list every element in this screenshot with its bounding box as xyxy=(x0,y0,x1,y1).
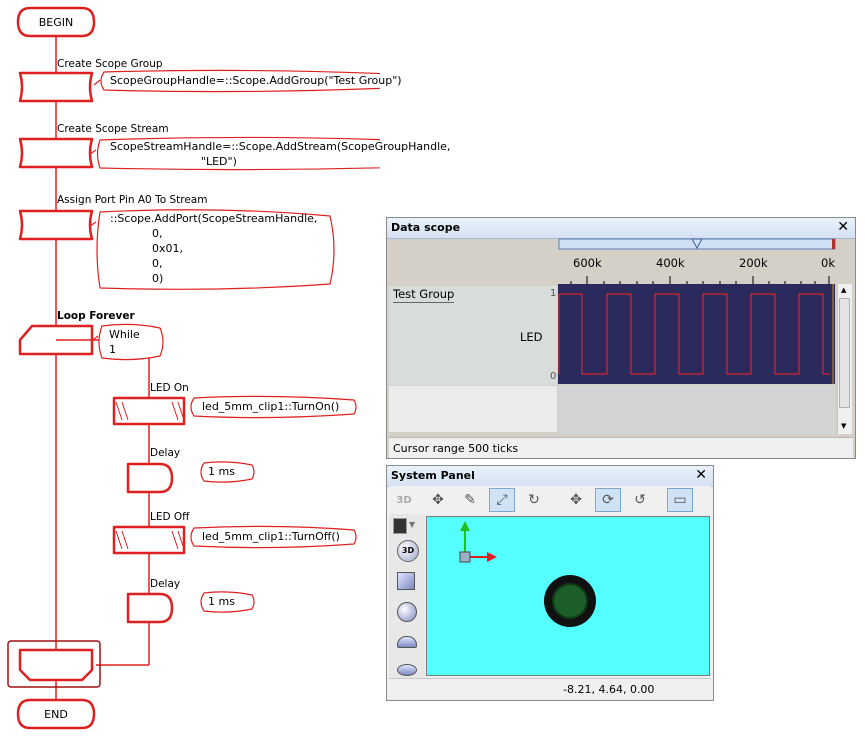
axis-tick-400k: 400k xyxy=(656,256,685,270)
axis-tick-200k: 200k xyxy=(739,256,768,270)
group-name[interactable]: Test Group xyxy=(393,287,455,303)
stream-empty-area xyxy=(389,386,557,432)
axis-tick-0k: 0k xyxy=(821,256,835,270)
view-icon[interactable]: ▭ xyxy=(667,488,693,512)
system-toolbar: 3D ✥ ✎ ⤢ ↻ ✥ ⟳ ↺ ▭ xyxy=(389,486,711,514)
cube-icon[interactable] xyxy=(397,572,415,590)
close-icon[interactable]: ✕ xyxy=(695,467,707,483)
data-scope-panel: Data scope ✕ 600k 400k 200k 0k Test Grou… xyxy=(386,217,856,459)
loop-code[interactable]: While 1 xyxy=(109,327,140,357)
scroll-thumb[interactable] xyxy=(839,298,850,408)
side-3d-button[interactable]: 3D xyxy=(397,540,419,562)
y-bottom-label: 0 xyxy=(550,371,557,382)
scope-status-bar: Cursor range 500 ticks xyxy=(389,437,853,458)
y-axis-arrow-icon xyxy=(460,521,470,531)
system-status-bar: -8.21, 4.64, 0.00 xyxy=(389,678,711,699)
data-scope-titlebar[interactable]: Data scope ✕ xyxy=(387,218,855,239)
pencil-icon[interactable]: ✎ xyxy=(457,488,483,512)
delay-label-2[interactable]: Delay xyxy=(150,578,180,590)
data-scope-title: Data scope xyxy=(391,221,461,234)
hemisphere-icon[interactable] xyxy=(397,636,417,648)
vertical-scrollbar[interactable]: ▲ ▼ xyxy=(837,284,852,434)
led-off-code[interactable]: led_5mm_clip1::TurnOff() xyxy=(202,529,340,544)
gizmo-origin-icon xyxy=(459,551,471,563)
system-panel-title: System Panel xyxy=(391,469,475,482)
scroll-down-icon[interactable]: ▼ xyxy=(841,422,846,430)
step-label-3[interactable]: Assign Port Pin A0 To Stream xyxy=(57,194,207,206)
step-label-1[interactable]: Create Scope Group xyxy=(57,58,163,70)
led-on-code[interactable]: led_5mm_clip1::TurnOn() xyxy=(202,399,339,414)
plot-empty-area xyxy=(558,385,835,434)
x-axis-arrow-icon xyxy=(487,552,497,562)
delay-box-2 xyxy=(126,592,174,624)
scale-icon[interactable]: ⤢ xyxy=(489,488,515,512)
system-panel-titlebar[interactable]: System Panel ✕ xyxy=(387,466,713,487)
scroll-up-icon[interactable]: ▲ xyxy=(841,286,846,294)
step-box-1 xyxy=(18,71,94,103)
rotate-icon[interactable]: ↻ xyxy=(521,488,547,512)
scope-stream-list xyxy=(389,286,557,432)
plot-background xyxy=(558,284,835,384)
cursor-range-text: Cursor range 500 ticks xyxy=(393,442,519,455)
delay-code-2[interactable]: 1 ms xyxy=(208,594,235,609)
begin-label[interactable]: BEGIN xyxy=(18,16,94,29)
step-code-1[interactable]: ScopeGroupHandle=::Scope.AddGroup("Test … xyxy=(110,73,402,88)
led-off-label[interactable]: LED Off xyxy=(150,511,189,523)
led-on-label[interactable]: LED On xyxy=(150,382,189,394)
stream-name[interactable]: LED xyxy=(520,330,543,344)
delay-code-1[interactable]: 1 ms xyxy=(208,464,235,479)
delay-label-1[interactable]: Delay xyxy=(150,447,180,459)
3d-viewport[interactable] xyxy=(426,516,710,676)
step-label-2[interactable]: Create Scope Stream xyxy=(57,123,169,135)
disc-icon[interactable] xyxy=(397,664,417,676)
scope-plot[interactable] xyxy=(558,284,835,434)
end-label[interactable]: END xyxy=(18,708,94,721)
close-icon[interactable]: ✕ xyxy=(837,219,849,235)
move-icon[interactable]: ✥ xyxy=(563,488,589,512)
delay-box-1 xyxy=(126,462,174,494)
loop-label[interactable]: Loop Forever xyxy=(57,310,135,322)
coordinates-text: -8.21, 4.64, 0.00 xyxy=(563,683,655,696)
axis-tick-600k: 600k xyxy=(573,256,602,270)
viewport-scene xyxy=(459,521,596,627)
orbit-icon[interactable]: ⟳ xyxy=(595,488,621,512)
system-panel: System Panel ✕ 3D ✥ ✎ ⤢ ↻ ✥ ⟳ ↺ ▭ ▼ 3D -… xyxy=(386,465,714,701)
flowchart-canvas xyxy=(7,6,380,730)
step-box-2 xyxy=(18,137,94,169)
toolbar-3d-button[interactable]: 3D xyxy=(391,488,417,512)
chevron-down-icon[interactable]: ▼ xyxy=(409,520,415,529)
step-code-3[interactable]: ::Scope.AddPort(ScopeStreamHandle, 0, 0x… xyxy=(110,211,317,286)
step-code-2[interactable]: ScopeStreamHandle=::Scope.AddStream(Scop… xyxy=(110,139,450,169)
step-box-3 xyxy=(18,209,94,241)
pan-icon[interactable]: ✥ xyxy=(425,488,451,512)
camera-rotate-icon[interactable]: ↺ xyxy=(627,488,653,512)
shape-palette: ▼ 3D xyxy=(389,514,425,678)
color-swatch[interactable] xyxy=(393,518,407,534)
sphere-icon[interactable] xyxy=(397,602,417,622)
loop-end-shape xyxy=(18,648,94,682)
y-top-label: 1 xyxy=(550,288,557,299)
